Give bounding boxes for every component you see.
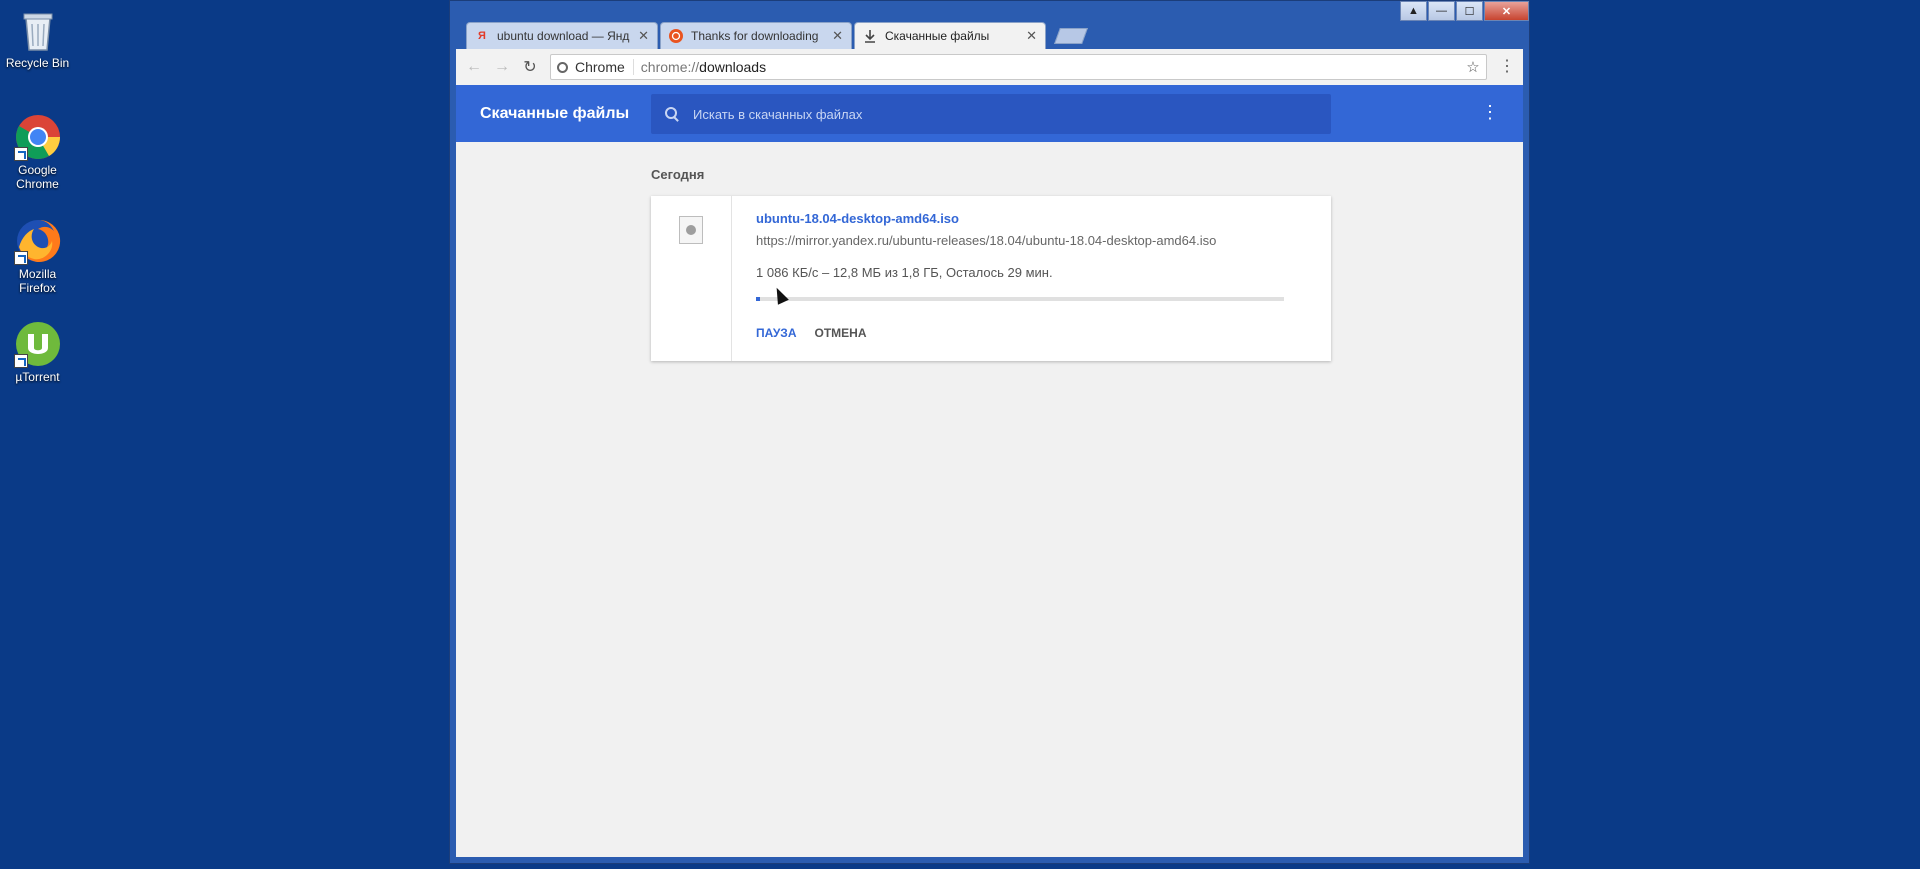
desktop-icon-recycle-bin[interactable]: Recycle Bin	[0, 6, 75, 70]
download-source-url[interactable]: https://mirror.yandex.ru/ubuntu-releases…	[756, 233, 1331, 248]
site-info-chip[interactable]: Chrome	[551, 59, 634, 75]
reload-button[interactable]: ↻	[516, 53, 544, 81]
desktop-icon-label: Mozilla Firefox	[18, 267, 57, 295]
ubuntu-icon	[669, 29, 683, 43]
download-file-name-link[interactable]: ubuntu-18.04-desktop-amd64.iso	[756, 211, 1331, 226]
tab-yandex-search[interactable]: Я ubuntu download — Янд ✕	[466, 22, 658, 49]
yandex-icon: Я	[478, 30, 486, 42]
close-tab-icon[interactable]: ✕	[1026, 28, 1037, 44]
address-bar[interactable]: Chrome chrome://downloads ☆	[550, 54, 1487, 80]
utorrent-icon	[13, 320, 62, 368]
forward-button[interactable]: →	[488, 53, 516, 81]
chrome-window: ▲ — ☐ ✕ Я ubuntu download — Янд ✕ Thanks…	[449, 0, 1530, 864]
bookmark-star-icon[interactable]: ☆	[1460, 58, 1486, 76]
page-header: Скачанные файлы Искать в скачанных файла…	[456, 85, 1523, 142]
search-downloads-input[interactable]: Искать в скачанных файлах	[651, 94, 1331, 134]
search-icon	[665, 107, 679, 121]
search-placeholder: Искать в скачанных файлах	[693, 106, 863, 122]
tab-downloads[interactable]: Скачанные файлы ✕	[854, 22, 1046, 49]
download-progress-fill	[756, 297, 760, 301]
chrome-page-icon	[557, 61, 568, 73]
back-button[interactable]: ←	[460, 53, 488, 81]
recycle-bin-icon	[14, 6, 62, 54]
close-tab-icon[interactable]: ✕	[832, 28, 843, 44]
desktop-icon-google-chrome[interactable]: Google Chrome	[0, 113, 75, 191]
shortcut-arrow-icon	[13, 147, 28, 161]
download-file-icon-column	[651, 196, 732, 361]
file-icon	[679, 216, 703, 244]
download-card: ubuntu-18.04-desktop-amd64.iso https://m…	[651, 196, 1331, 361]
google-chrome-icon	[13, 113, 62, 161]
cancel-button[interactable]: ОТМЕНА	[814, 326, 866, 340]
browser-toolbar: ← → ↻ Chrome chrome://downloads ☆ ⋮	[456, 49, 1523, 85]
tab-strip: Я ubuntu download — Янд ✕ Thanks for dow…	[456, 19, 1523, 49]
download-icon	[863, 29, 877, 43]
pause-button[interactable]: ПАУЗА	[756, 326, 796, 340]
desktop-icon-utorrent[interactable]: µTorrent	[0, 320, 75, 384]
desktop-icon-label: µTorrent	[15, 370, 60, 384]
mozilla-firefox-icon	[13, 217, 62, 265]
desktop-icon-label: Google Chrome	[16, 163, 59, 191]
shortcut-arrow-icon	[13, 354, 28, 368]
download-progress-bar	[756, 297, 1284, 301]
close-tab-icon[interactable]: ✕	[638, 28, 649, 44]
page-title: Скачанные файлы	[480, 104, 630, 122]
download-status-text: 1 086 КБ/с – 12,8 МБ из 1,8 ГБ, Осталось…	[756, 265, 1053, 280]
shortcut-arrow-icon	[13, 251, 28, 265]
desktop-icon-label: Recycle Bin	[5, 56, 70, 70]
tab-ubuntu-thanks[interactable]: Thanks for downloading ✕	[660, 22, 852, 49]
desktop-icon-mozilla-firefox[interactable]: Mozilla Firefox	[0, 217, 75, 295]
browser-menu-icon[interactable]: ⋮	[1499, 59, 1515, 75]
downloads-page: Скачанные файлы Искать в скачанных файла…	[456, 85, 1523, 857]
page-menu-icon[interactable]: ⋮	[1481, 103, 1499, 121]
new-tab-button[interactable]	[1054, 28, 1088, 44]
url-text[interactable]: chrome://downloads	[634, 59, 1460, 75]
date-section-label: Сегодня	[651, 167, 705, 182]
